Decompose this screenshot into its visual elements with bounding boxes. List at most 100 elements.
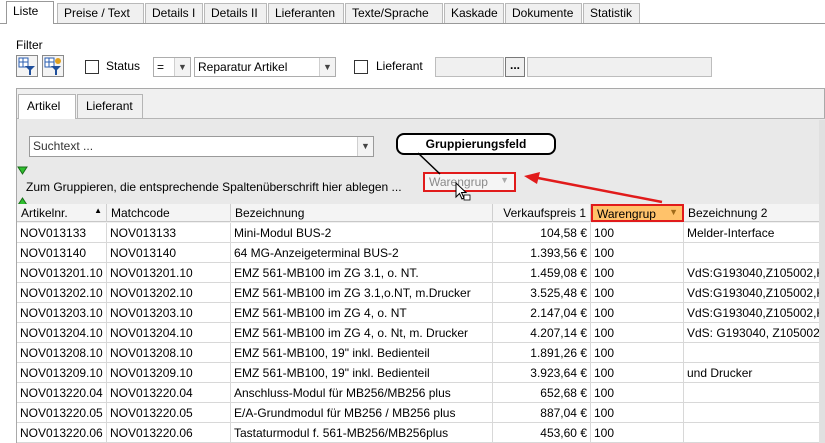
tab-strip: Liste Preise / Text Details I Details II… bbox=[0, 0, 825, 24]
tab-dokumente[interactable]: Dokumente bbox=[505, 3, 582, 23]
search-placeholder: Suchtext ... bbox=[33, 139, 94, 153]
subtab-lieferant[interactable]: Lieferant bbox=[77, 94, 143, 118]
cell-matchcode: NOV013208.10 bbox=[107, 343, 231, 363]
tab-label: Liste bbox=[13, 4, 39, 18]
filter-title: Filter bbox=[16, 38, 43, 52]
cell-bezeichnung: Mini-Modul BUS-2 bbox=[231, 223, 493, 243]
cell-warengruppe: 100 bbox=[591, 403, 684, 423]
cell-warengruppe: 100 bbox=[591, 343, 684, 363]
tab-details-2[interactable]: Details II bbox=[204, 3, 267, 23]
tab-kaskade[interactable]: Kaskade bbox=[444, 3, 504, 23]
cell-verkaufspreis: 652,68 € bbox=[493, 383, 591, 403]
cell-verkaufspreis: 1.891,26 € bbox=[493, 343, 591, 363]
cell-matchcode: NOV013133 bbox=[107, 223, 231, 243]
vertical-scrollbar[interactable] bbox=[819, 120, 825, 443]
apply-filter-button[interactable] bbox=[16, 55, 38, 77]
cell-verkaufspreis: 2.147,04 € bbox=[493, 303, 591, 323]
tab-label: Statistik bbox=[590, 6, 633, 20]
status-label: Status bbox=[106, 59, 141, 73]
tab-label: Lieferanten bbox=[275, 6, 336, 20]
callout-pointer bbox=[417, 152, 441, 175]
grid-header: Artikelnr. ▲ Matchcode Bezeichnung Verka… bbox=[17, 204, 825, 222]
cell-artikelnr: NOV013204.10 bbox=[17, 323, 107, 343]
tab-label: Dokumente bbox=[512, 6, 574, 20]
cell-verkaufspreis: 4.207,14 € bbox=[493, 323, 591, 343]
subtab-artikel[interactable]: Artikel bbox=[18, 94, 76, 119]
cell-warengruppe: 100 bbox=[591, 243, 684, 263]
table-row[interactable]: NOV013209.10 NOV013209.10 EMZ 561-MB100, 1… bbox=[17, 363, 825, 383]
cell-artikelnr: NOV013203.10 bbox=[17, 303, 107, 323]
column-header-bezeichnung[interactable]: Bezeichnung bbox=[231, 204, 493, 222]
cell-bezeichnung: Anschluss-Modul für MB256/MB256 plus bbox=[231, 383, 493, 403]
table-row[interactable]: NOV013201.10 NOV013201.10 EMZ 561-MB100 im… bbox=[17, 263, 825, 283]
sort-ascending-icon: ▲ bbox=[94, 206, 102, 215]
tab-liste[interactable]: Liste bbox=[6, 1, 54, 24]
supplier-name-field[interactable] bbox=[527, 57, 712, 77]
cell-verkaufspreis: 3.525,48 € bbox=[493, 283, 591, 303]
table-row[interactable]: NOV013202.10 NOV013202.10 EMZ 561-MB100 im… bbox=[17, 283, 825, 303]
cell-warengruppe: 100 bbox=[591, 423, 684, 443]
table-row[interactable]: NOV013208.10 NOV013208.10 EMZ 561-MB100, 1… bbox=[17, 343, 825, 363]
tab-texte-sprache[interactable]: Texte/Sprache bbox=[345, 3, 443, 23]
cell-matchcode: NOV013204.10 bbox=[107, 323, 231, 343]
group-hint: Zum Gruppieren, die entsprechende Spalte… bbox=[26, 180, 402, 194]
cell-artikelnr: NOV013201.10 bbox=[17, 263, 107, 283]
cell-bezeichnung-2 bbox=[684, 423, 825, 443]
table-row[interactable]: NOV013133 NOV013133 Mini-Modul BUS-2 104,58… bbox=[17, 223, 825, 243]
cell-bezeichnung-2: Melder-Interface bbox=[687, 226, 775, 240]
cell-matchcode: NOV013220.04 bbox=[107, 383, 231, 403]
tab-label: Texte/Sprache bbox=[352, 6, 429, 20]
column-header-matchcode[interactable]: Matchcode bbox=[107, 204, 231, 222]
column-header-artikelnr[interactable]: Artikelnr. ▲ bbox=[17, 204, 107, 222]
cell-verkaufspreis: 104,58 € bbox=[493, 223, 591, 243]
cell-bezeichnung: EMZ 561-MB100 im ZG 3.1, o. NT. bbox=[231, 263, 493, 283]
supplier-lookup-button[interactable]: ... bbox=[505, 57, 525, 77]
filter-grid-icon bbox=[18, 57, 35, 75]
cell-verkaufspreis: 1.459,08 € bbox=[493, 263, 591, 283]
operator-select[interactable]: = ▼ bbox=[153, 57, 191, 77]
cell-bezeichnung: Tastaturmodul f. 561-MB256/MB256plus bbox=[231, 423, 493, 443]
cell-warengruppe: 100 bbox=[591, 363, 684, 383]
tab-preise-text[interactable]: Preise / Text bbox=[57, 3, 144, 23]
subtab-label: Artikel bbox=[27, 99, 61, 113]
table-row[interactable]: NOV013220.06 NOV013220.06 Tastaturmodul f.… bbox=[17, 423, 825, 443]
cell-matchcode: NOV013220.06 bbox=[107, 423, 231, 443]
cell-warengruppe: 100 bbox=[591, 383, 684, 403]
supplier-code-field[interactable] bbox=[435, 57, 504, 77]
cell-bezeichnung-2 bbox=[684, 243, 825, 263]
cell-artikelnr: NOV013220.06 bbox=[17, 423, 107, 443]
tab-details-1[interactable]: Details I bbox=[145, 3, 203, 23]
edit-filter-button[interactable] bbox=[42, 55, 64, 77]
table-row[interactable]: NOV013203.10 NOV013203.10 EMZ 561-MB100 im… bbox=[17, 303, 825, 323]
cell-matchcode: NOV013220.05 bbox=[107, 403, 231, 423]
operator-value: = bbox=[157, 60, 165, 74]
search-input[interactable]: Suchtext ... ▼ bbox=[29, 136, 374, 157]
cell-bezeichnung: EMZ 561-MB100 im ZG 4, o. NT bbox=[231, 303, 493, 323]
cell-bezeichnung-2: VdS:G193040,Z105002,K bbox=[687, 266, 825, 280]
cell-matchcode: NOV013203.10 bbox=[107, 303, 231, 323]
table-row[interactable]: NOV013204.10 NOV013204.10 EMZ 561-MB100 im… bbox=[17, 323, 825, 343]
chevron-down-icon: ▼ bbox=[357, 137, 373, 156]
tab-label: Kaskade bbox=[451, 6, 498, 20]
cell-verkaufspreis: 453,60 € bbox=[493, 423, 591, 443]
table-row[interactable]: NOV013220.05 NOV013220.05 E/A-Grundmodul f… bbox=[17, 403, 825, 423]
table-row[interactable]: NOV013220.04 NOV013220.04 Anschluss-Modul … bbox=[17, 383, 825, 403]
status-value: Reparatur Artikel bbox=[198, 60, 288, 74]
column-header-bezeichnung-2[interactable]: Bezeichnung 2 bbox=[684, 204, 825, 222]
cell-bezeichnung-2: VdS:G193040,Z105002,K bbox=[687, 306, 825, 320]
status-value-select[interactable]: Reparatur Artikel ▼ bbox=[194, 57, 336, 77]
cell-matchcode: NOV013209.10 bbox=[107, 363, 231, 383]
cell-bezeichnung-2 bbox=[684, 343, 825, 363]
cell-matchcode: NOV013140 bbox=[107, 243, 231, 263]
column-header-label: Matchcode bbox=[111, 206, 170, 220]
status-checkbox[interactable] bbox=[85, 60, 99, 74]
column-header-label: Artikelnr. bbox=[21, 206, 68, 220]
cell-verkaufspreis: 3.923,64 € bbox=[493, 363, 591, 383]
table-row[interactable]: NOV013140 NOV013140 64 MG-Anzeigeterminal … bbox=[17, 243, 825, 263]
cell-bezeichnung: EMZ 561-MB100 im ZG 3.1,o.NT, m.Drucker bbox=[231, 283, 493, 303]
tab-statistik[interactable]: Statistik bbox=[583, 3, 640, 23]
tab-lieferanten[interactable]: Lieferanten bbox=[268, 3, 344, 23]
supplier-checkbox[interactable] bbox=[354, 60, 368, 74]
tab-label: Details II bbox=[211, 6, 258, 20]
filter-funnel-icon: ▼ bbox=[669, 207, 678, 217]
